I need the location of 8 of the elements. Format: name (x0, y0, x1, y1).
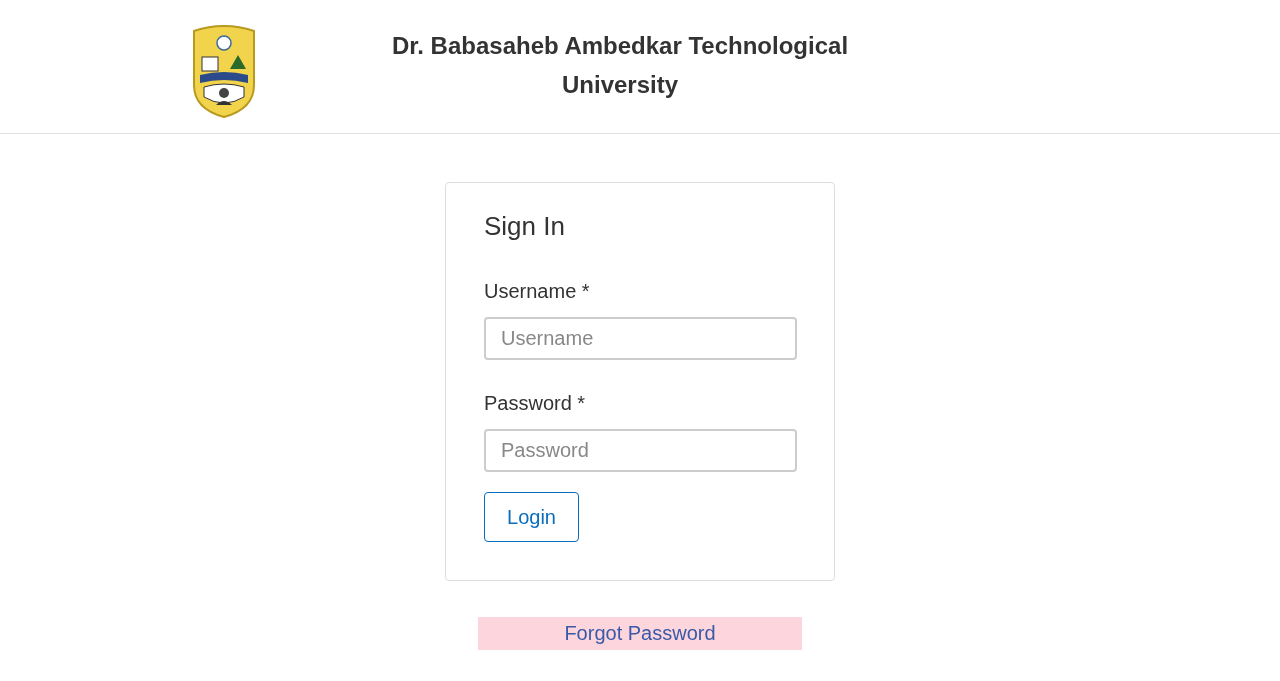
field-label: Username * (484, 280, 591, 303)
password-field[interactable]: Password (484, 429, 797, 472)
sign-in-heading: Sign In (484, 211, 566, 242)
login-button[interactable]: Login (484, 492, 579, 542)
forgot-password-link[interactable]: Forgot Password (478, 617, 802, 650)
university-title: Dr. Babasaheb Ambedkar Technological University (390, 31, 850, 100)
username-field[interactable]: Username (484, 317, 797, 360)
field-label: Password * (484, 392, 587, 415)
